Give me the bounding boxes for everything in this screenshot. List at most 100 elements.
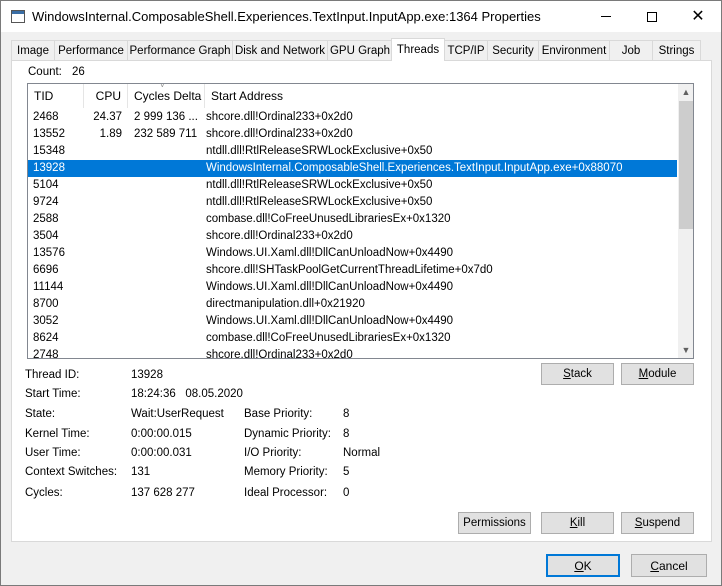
tab-strip: Image Performance Performance Graph Disk… [11, 38, 711, 61]
kill-button-label: Kill [569, 517, 586, 529]
start-time-value: 18:24:36 08.05.2020 [131, 388, 243, 400]
cell-cycles-delta: 232 589 711 [134, 128, 198, 140]
user-time-label: User Time: [25, 447, 81, 459]
ok-button-label: OK [574, 558, 592, 573]
table-row[interactable]: 2468 24.37 2 999 136 ... shcore.dll!Ordinal… [28, 109, 677, 126]
tab-performance-graph[interactable]: Performance Graph [127, 40, 233, 60]
table-row[interactable]: 11144 Windows.UI.Xaml.dll!DllCanUnloadNow… [28, 279, 677, 296]
context-switches-label: Context Switches: [25, 466, 118, 478]
dynamic-priority-value: 8 [343, 428, 350, 440]
maximize-icon [647, 11, 657, 22]
cell-tid: 15348 [33, 145, 65, 157]
close-icon: ✕ [691, 7, 705, 25]
module-button[interactable]: Module [621, 363, 694, 385]
table-row[interactable]: 13928 WindowsInternal.ComposableShell.Exp… [28, 160, 677, 177]
cell-start-address: shcore.dll!Ordinal233+0x2d0 [206, 349, 353, 359]
cell-cpu: 1.89 [99, 128, 122, 140]
column-header-tid[interactable]: TID [28, 84, 84, 108]
kernel-time-label: Kernel Time: [25, 428, 90, 440]
table-row[interactable]: 8624 combase.dll!CoFreeUnusedLibrariesEx+… [28, 330, 677, 347]
stack-button[interactable]: Stack [541, 363, 614, 385]
table-row[interactable]: 5104 ntdll.dll!RtlReleaseSRWLockExclusive… [28, 177, 677, 194]
table-row[interactable]: 6696 shcore.dll!SHTaskPoolGetCurrentThrea… [28, 262, 677, 279]
stack-button-label: Stack [563, 368, 592, 380]
cell-tid: 8700 [33, 298, 59, 310]
maximize-button[interactable] [629, 1, 675, 32]
cell-start-address: ntdll.dll!RtlReleaseSRWLockExclusive+0x5… [206, 145, 433, 157]
column-header-start-address[interactable]: Start Address [205, 84, 677, 108]
tab-threads[interactable]: Threads [391, 38, 445, 61]
tab-performance[interactable]: Performance [54, 40, 128, 60]
ideal-processor-label: Ideal Processor: [244, 487, 328, 499]
cell-cycles-delta: 2 999 136 ... [134, 111, 198, 123]
count-label: Count: [28, 66, 62, 78]
tab-security[interactable]: Security [487, 40, 539, 60]
cell-start-address: combase.dll!CoFreeUnusedLibrariesEx+0x13… [206, 332, 451, 344]
cell-tid: 3052 [33, 315, 59, 327]
close-button[interactable]: ✕ [675, 1, 721, 32]
tab-job[interactable]: Job [609, 40, 653, 60]
cancel-button-label: Cancel [650, 558, 688, 573]
tab-image[interactable]: Image [11, 40, 55, 60]
tab-disk-and-network[interactable]: Disk and Network [232, 40, 328, 60]
threads-panel: Count: 26 TID ˅ CPU Cycles Delta Start A… [11, 60, 712, 542]
cell-start-address: ntdll.dll!RtlReleaseSRWLockExclusive+0x5… [206, 179, 433, 191]
list-header: TID ˅ CPU Cycles Delta Start Address [28, 84, 677, 108]
app-window-icon [11, 10, 25, 23]
module-button-label: Module [638, 368, 677, 380]
table-row[interactable]: 8700 directmanipulation.dll+0x21920 [28, 296, 677, 313]
tab-environment[interactable]: Environment [538, 40, 610, 60]
io-priority-value: Normal [343, 447, 381, 459]
table-row[interactable]: 13552 1.89 232 589 711 shcore.dll!Ordinal23… [28, 126, 677, 143]
tab-gpu-graph[interactable]: GPU Graph [327, 40, 393, 60]
kill-button[interactable]: Kill [541, 512, 614, 534]
cell-start-address: combase.dll!CoFreeUnusedLibrariesEx+0x13… [206, 213, 451, 225]
scroll-up-icon[interactable]: ▲ [678, 84, 693, 100]
minimize-icon [601, 16, 611, 17]
cell-start-address: Windows.UI.Xaml.dll!DllCanUnloadNow+0x44… [206, 315, 454, 327]
cell-tid: 2748 [33, 349, 59, 359]
column-header-cpu[interactable]: ˅ CPU [84, 84, 165, 108]
table-row[interactable]: 3052 Windows.UI.Xaml.dll!DllCanUnloadNow+… [28, 313, 677, 330]
title-bar[interactable]: WindowsInternal.ComposableShell.Experien… [1, 1, 721, 32]
cell-start-address: Windows.UI.Xaml.dll!DllCanUnloadNow+0x44… [206, 281, 454, 293]
cell-tid: 13928 [33, 162, 65, 174]
properties-window: WindowsInternal.ComposableShell.Experien… [0, 0, 722, 586]
cancel-button[interactable]: Cancel [631, 554, 707, 577]
memory-priority-value: 5 [343, 466, 350, 478]
cell-tid: 13576 [33, 247, 65, 259]
cell-start-address: ntdll.dll!RtlReleaseSRWLockExclusive+0x5… [206, 196, 433, 208]
table-row[interactable]: 3504 shcore.dll!Ordinal233+0x2d0 [28, 228, 677, 245]
cell-start-address: shcore.dll!Ordinal233+0x2d0 [206, 111, 353, 123]
table-row[interactable]: 13576 Windows.UI.Xaml.dll!DllCanUnloadNow… [28, 245, 677, 262]
base-priority-label: Base Priority: [244, 408, 313, 420]
scrollbar-thumb[interactable] [679, 101, 693, 229]
table-row[interactable]: 9724 ntdll.dll!RtlReleaseSRWLockExclusive… [28, 194, 677, 211]
count-value: 26 [72, 66, 85, 78]
kernel-time-value: 0:00:00.015 [131, 428, 192, 440]
memory-priority-label: Memory Priority: [244, 466, 328, 478]
suspend-button[interactable]: Suspend [621, 512, 694, 534]
cycles-value: 137 628 277 [131, 487, 195, 499]
column-header-cycles-delta[interactable]: Cycles Delta [128, 84, 205, 108]
tab-tcp-ip[interactable]: TCP/IP [444, 40, 488, 60]
cell-tid: 6696 [33, 264, 59, 276]
permissions-button[interactable]: Permissions [458, 512, 531, 534]
cell-tid: 2588 [33, 213, 59, 225]
thread-id-value: 13928 [131, 369, 163, 381]
tab-strings[interactable]: Strings [652, 40, 701, 60]
minimize-button[interactable] [583, 1, 629, 32]
vertical-scrollbar[interactable]: ▲ ▼ [678, 84, 693, 358]
window-title: WindowsInternal.ComposableShell.Experien… [32, 9, 541, 24]
column-header-cpu-label: CPU [95, 89, 121, 103]
cell-cpu: 24.37 [93, 111, 122, 123]
table-row[interactable]: 15348 ntdll.dll!RtlReleaseSRWLockExclusiv… [28, 143, 677, 160]
cell-tid: 9724 [33, 196, 59, 208]
table-row[interactable]: 2588 combase.dll!CoFreeUnusedLibrariesEx+… [28, 211, 677, 228]
table-row[interactable]: 2748 shcore.dll!Ordinal233+0x2d0 [28, 347, 677, 359]
threads-list[interactable]: TID ˅ CPU Cycles Delta Start Address 246… [27, 83, 694, 359]
base-priority-value: 8 [343, 408, 350, 420]
ok-button[interactable]: OK [546, 554, 620, 577]
scroll-down-icon[interactable]: ▼ [678, 342, 693, 358]
cell-tid: 3504 [33, 230, 59, 242]
